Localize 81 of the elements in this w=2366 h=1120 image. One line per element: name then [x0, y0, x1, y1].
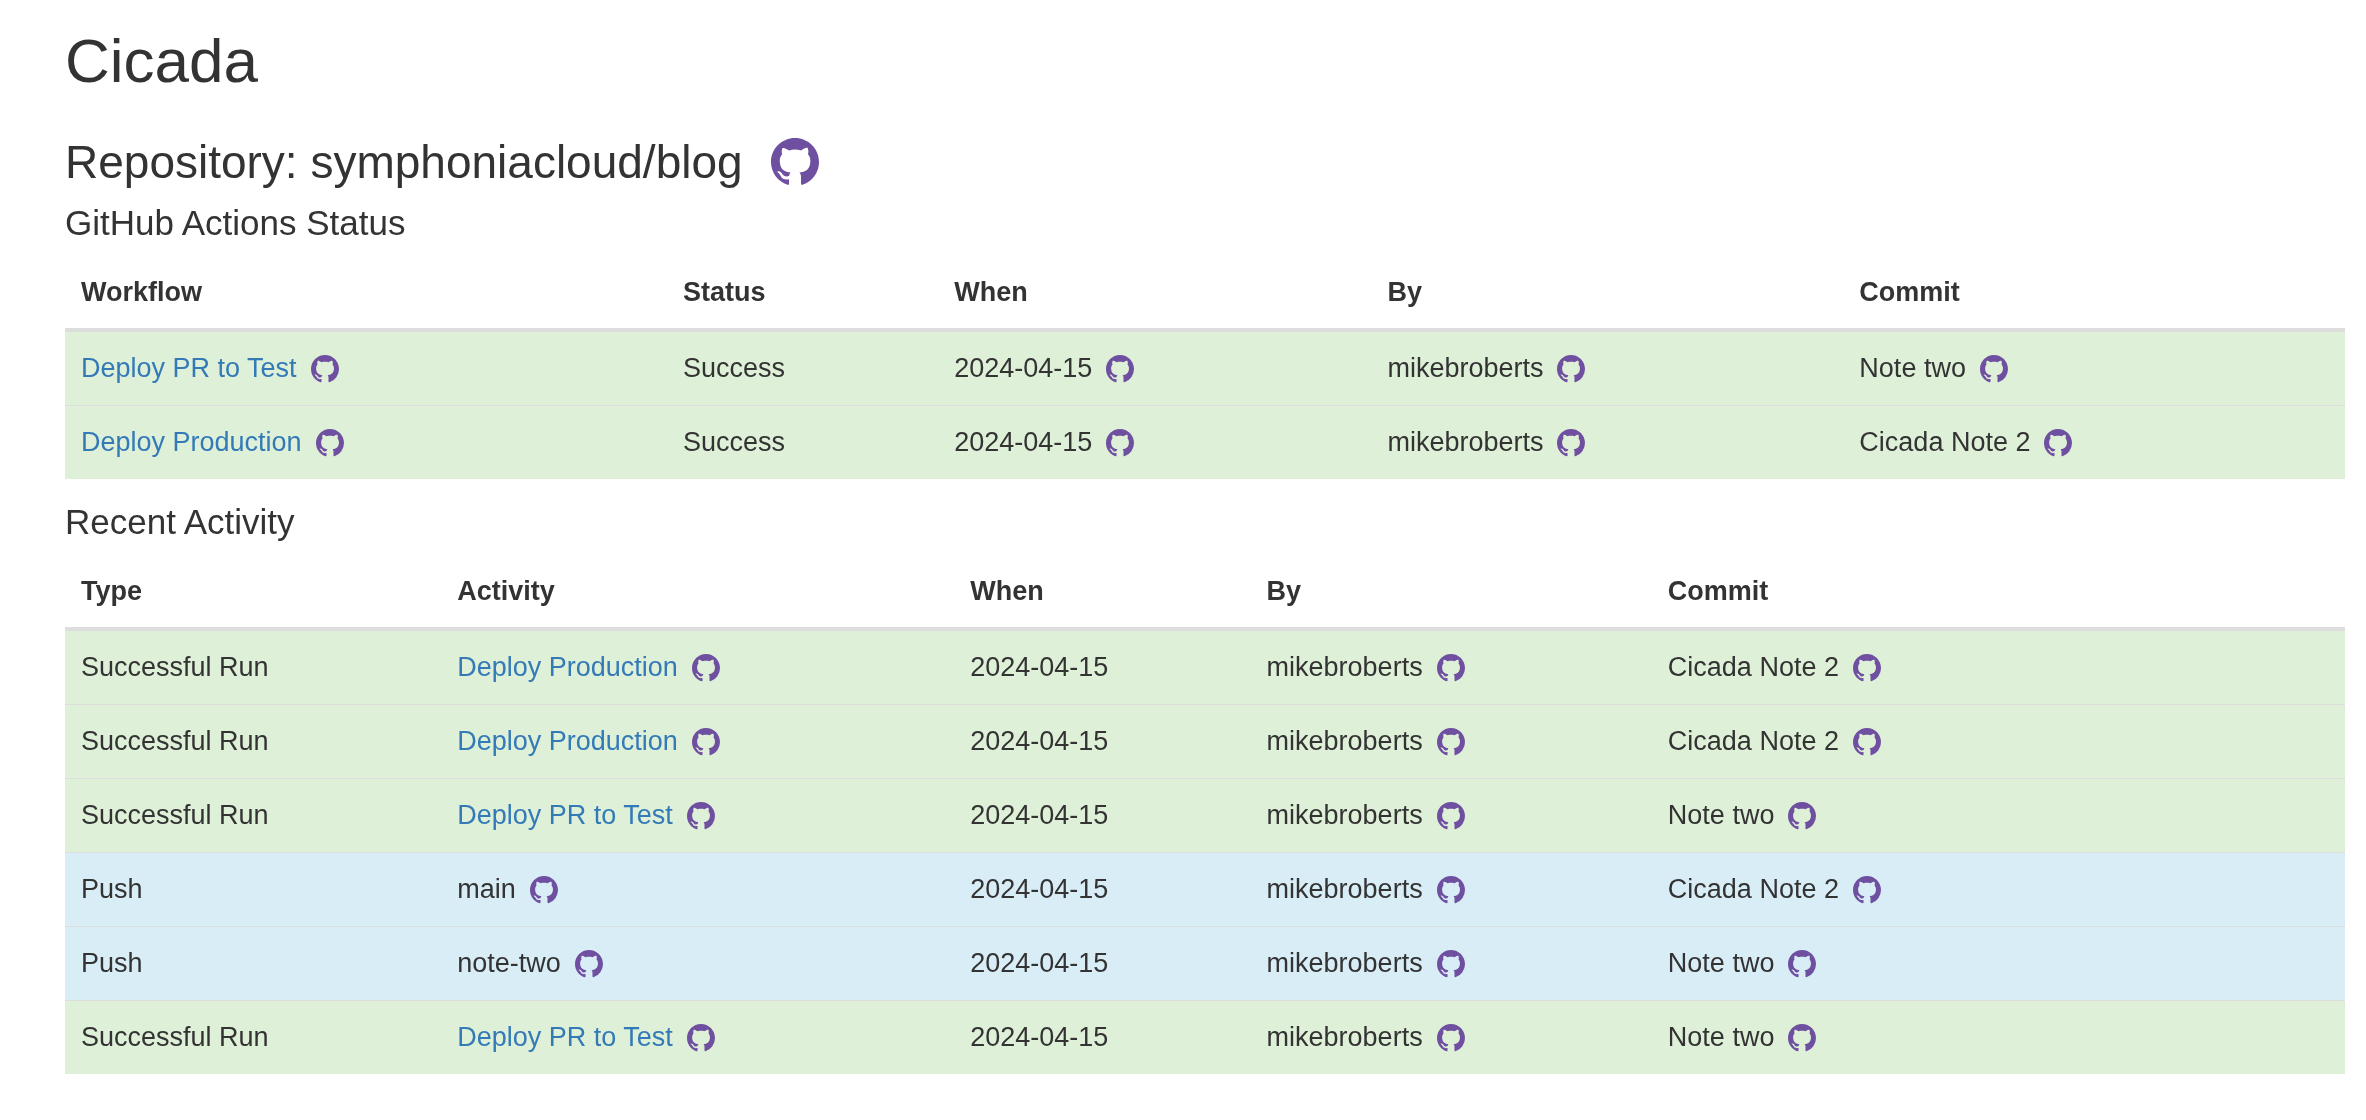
github-icon[interactable]	[1557, 428, 1586, 457]
github-icon[interactable]	[1106, 354, 1135, 383]
table-cell: 2024-04-15	[970, 800, 1109, 831]
column-header: Commit	[1859, 276, 1960, 307]
github-icon[interactable]	[574, 949, 603, 978]
github-icon[interactable]	[770, 138, 819, 186]
column-header: Type	[81, 575, 142, 606]
github-icon[interactable]	[529, 875, 558, 904]
github-icon[interactable]	[686, 801, 715, 830]
table-cell: Note two	[1859, 353, 1966, 384]
github-icon[interactable]	[1788, 801, 1817, 830]
github-icon[interactable]	[1436, 1023, 1465, 1052]
table-cell: 2024-04-15	[970, 1022, 1109, 1053]
table-cell: Push	[81, 948, 143, 979]
table-cell: Cicada Note 2	[1859, 427, 2031, 458]
table-cell: mikebroberts	[1266, 652, 1423, 683]
column-header: When	[954, 276, 1028, 307]
column-header: By	[1387, 276, 1422, 307]
workflow-link[interactable]: Deploy Production	[81, 427, 302, 458]
table-cell: mikebroberts	[1387, 427, 1544, 458]
workflow-link[interactable]: Deploy PR to Test	[457, 800, 673, 831]
github-icon[interactable]	[1436, 801, 1465, 830]
table-cell: Successful Run	[81, 1022, 269, 1053]
github-icon[interactable]	[1788, 949, 1817, 978]
github-icon[interactable]	[315, 428, 344, 457]
github-icon[interactable]	[1436, 949, 1465, 978]
column-header: Activity	[457, 575, 555, 606]
table-cell: mikebroberts	[1266, 1022, 1423, 1053]
table-cell: Note two	[1667, 1022, 1775, 1053]
table-cell: main	[457, 874, 516, 905]
github-icon[interactable]	[1852, 727, 1881, 756]
table-cell: 2024-04-15	[970, 948, 1109, 979]
table-cell: 2024-04-15	[954, 353, 1093, 384]
table-cell: Successful Run	[81, 652, 269, 683]
github-icon[interactable]	[310, 354, 339, 383]
github-icon[interactable]	[1557, 354, 1586, 383]
table-cell: mikebroberts	[1266, 726, 1423, 757]
github-icon[interactable]	[691, 727, 720, 756]
table-cell: mikebroberts	[1266, 874, 1423, 905]
github-icon[interactable]	[1106, 428, 1135, 457]
table-cell: 2024-04-15	[970, 874, 1109, 905]
column-header: Workflow	[81, 276, 202, 307]
repository-title: Repository: symphoniacloud/blog	[65, 135, 743, 190]
section-heading: Recent Activity	[65, 501, 295, 543]
workflow-link[interactable]: Deploy PR to Test	[457, 1022, 673, 1053]
table-cell: mikebroberts	[1266, 948, 1423, 979]
table-cell: Cicada Note 2	[1667, 652, 1839, 683]
workflow-link[interactable]: Deploy PR to Test	[81, 353, 297, 384]
github-icon[interactable]	[1788, 1023, 1817, 1052]
table-cell: Note two	[1667, 948, 1775, 979]
github-icon[interactable]	[691, 653, 720, 682]
table-cell: mikebroberts	[1387, 353, 1544, 384]
section-heading: GitHub Actions Status	[65, 202, 406, 244]
workflow-link[interactable]: Deploy Production	[457, 726, 678, 757]
github-icon[interactable]	[1436, 653, 1465, 682]
table-cell: Cicada Note 2	[1667, 726, 1839, 757]
table-cell: 2024-04-15	[954, 427, 1093, 458]
table-cell: Cicada Note 2	[1667, 874, 1839, 905]
table-cell: mikebroberts	[1266, 800, 1423, 831]
table-cell: Success	[682, 353, 785, 384]
table-cell: 2024-04-15	[970, 652, 1109, 683]
github-icon[interactable]	[1979, 354, 2008, 383]
column-header: Status	[682, 276, 766, 307]
github-icon[interactable]	[686, 1023, 715, 1052]
github-icon[interactable]	[1852, 875, 1881, 904]
table-cell: Success	[682, 427, 785, 458]
table-cell: Successful Run	[81, 726, 269, 757]
github-icon[interactable]	[2044, 428, 2073, 457]
table-cell: 2024-04-15	[970, 726, 1109, 757]
github-icon[interactable]	[1436, 727, 1465, 756]
table-cell: note-two	[457, 948, 561, 979]
table-cell: Successful Run	[81, 800, 269, 831]
column-header: Commit	[1667, 575, 1769, 606]
github-icon[interactable]	[1852, 653, 1881, 682]
table-cell: Push	[81, 874, 143, 905]
table-cell: Note two	[1667, 800, 1775, 831]
workflow-link[interactable]: Deploy Production	[457, 652, 678, 683]
github-icon[interactable]	[1436, 875, 1465, 904]
page-title: Cicada	[65, 25, 258, 97]
column-header: By	[1266, 575, 1302, 606]
column-header: When	[970, 575, 1044, 606]
